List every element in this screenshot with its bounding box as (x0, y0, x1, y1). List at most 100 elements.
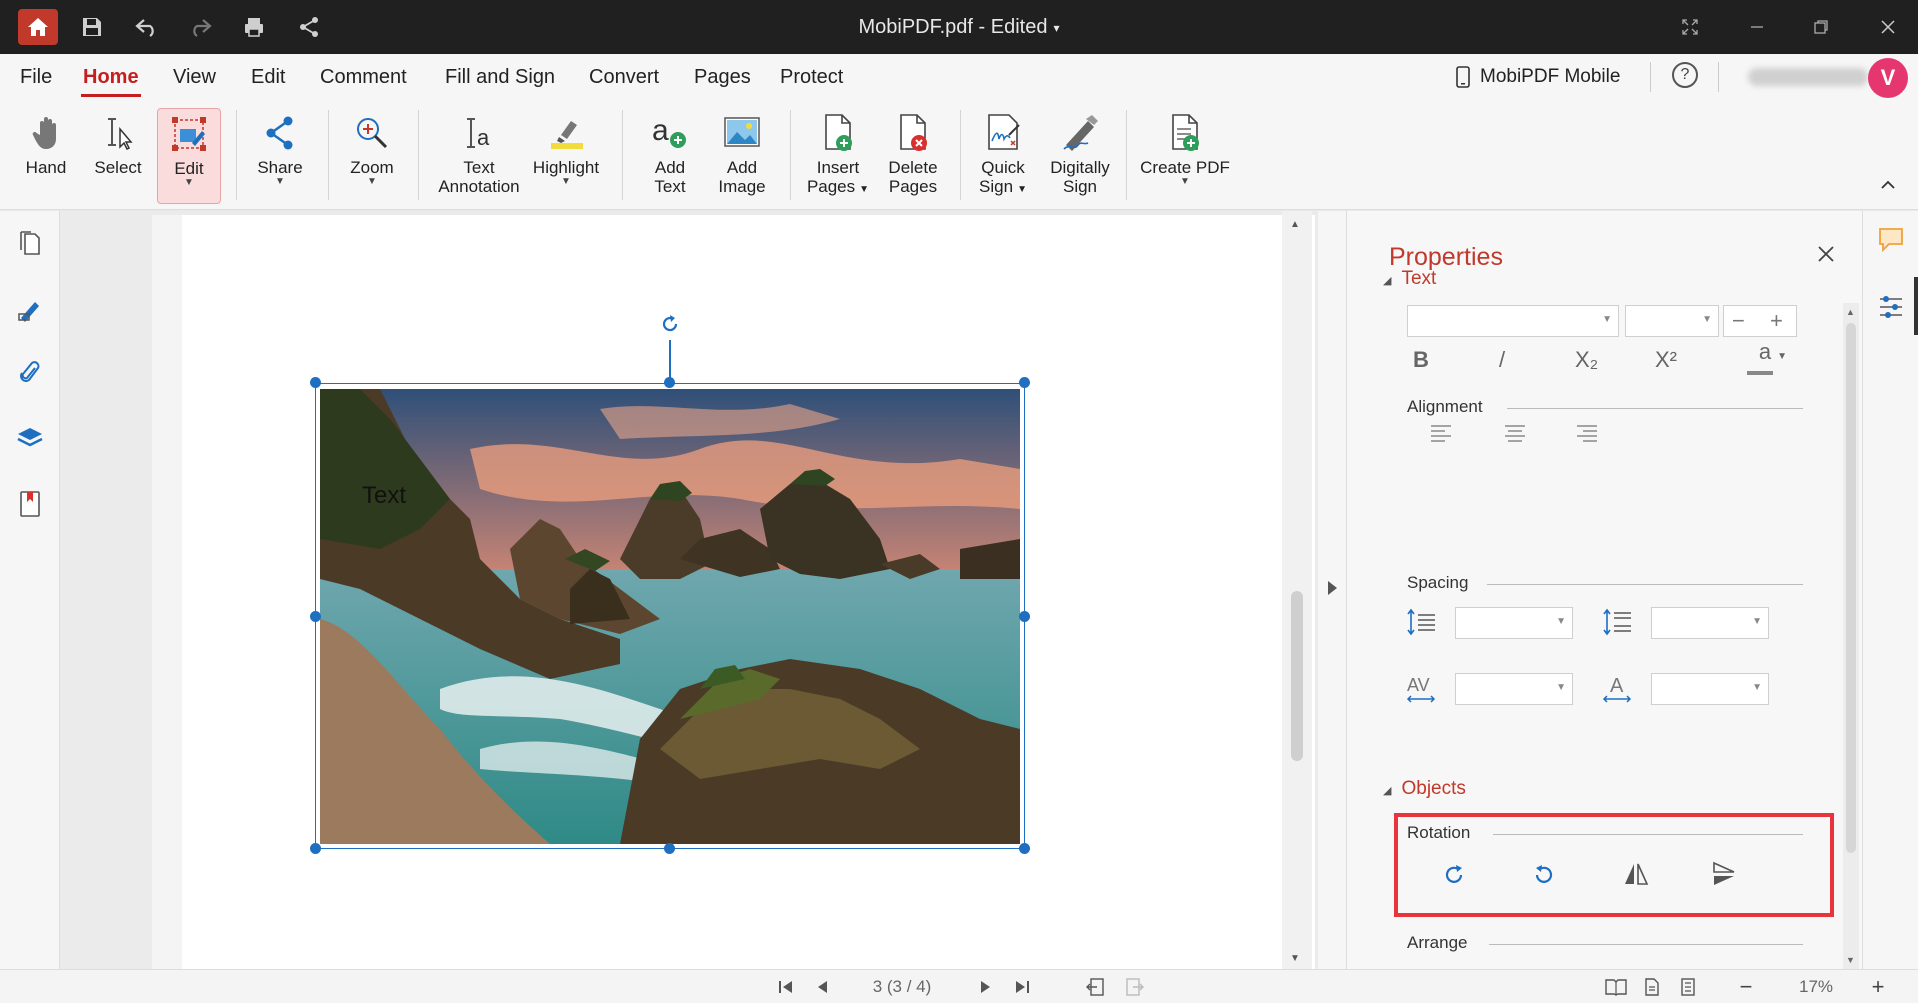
quick-sign-button[interactable]: Quick Sign ▼ (970, 108, 1036, 204)
page-text-object[interactable]: Text (362, 482, 406, 510)
objects-section-header[interactable]: ◢ Objects (1383, 778, 1466, 800)
tab-edit[interactable]: Edit (251, 66, 285, 89)
align-left-button[interactable] (1429, 423, 1453, 448)
create-pdf-button[interactable]: Create PDF ▼ (1138, 108, 1232, 204)
character-spacing-icon: AV (1405, 673, 1437, 710)
tab-fill-and-sign[interactable]: Fill and Sign (445, 66, 555, 89)
select-tool-button[interactable]: Select (86, 108, 150, 204)
window-title[interactable]: MobiPDF.pdf - Edited ▾ (0, 16, 1918, 39)
expand-right-panel-button[interactable] (1325, 579, 1339, 597)
help-button[interactable]: ? (1672, 62, 1698, 88)
zoom-in-button[interactable]: + (1868, 974, 1888, 999)
align-center-button[interactable] (1503, 423, 1527, 448)
resize-handle-bottom-right[interactable] (1019, 843, 1030, 854)
scroll-up-arrow-icon[interactable]: ▲ (1846, 307, 1855, 317)
two-page-view-button[interactable] (1604, 977, 1628, 997)
next-page-button[interactable] (976, 977, 996, 997)
layers-icon (17, 428, 43, 447)
go-back-icon (1086, 978, 1104, 996)
go-forward-button[interactable] (1124, 977, 1146, 997)
collapse-ribbon-button[interactable] (1880, 176, 1896, 194)
maximize-button[interactable] (1806, 14, 1836, 40)
properties-panel-button[interactable] (1875, 291, 1907, 323)
delete-pages-label-2: Pages (888, 177, 938, 196)
resize-handle-right[interactable] (1019, 611, 1030, 622)
resize-handle-bottom-left[interactable] (310, 843, 321, 854)
zoom-in-icon (357, 118, 388, 149)
rotate-handle[interactable] (658, 312, 682, 336)
properties-scrollbar[interactable]: ▲ ▼ (1843, 303, 1859, 969)
document-scroll-thumb[interactable] (1291, 591, 1303, 761)
italic-button[interactable]: / (1499, 347, 1505, 373)
previous-page-button[interactable] (812, 977, 832, 997)
digitally-sign-button[interactable]: Digitally Sign (1040, 108, 1120, 204)
continuous-view-button[interactable] (1678, 977, 1698, 997)
text-section-header[interactable]: ◢ Text (1383, 268, 1436, 290)
paragraph-spacing-select[interactable]: ▼ (1651, 607, 1769, 639)
zoom-level[interactable]: 17% (1786, 977, 1846, 997)
add-image-button[interactable]: Add Image (708, 108, 776, 204)
increase-font-button[interactable]: + (1770, 308, 1783, 334)
resize-handle-left[interactable] (310, 611, 321, 622)
tab-convert[interactable]: Convert (589, 66, 659, 89)
share-icon (266, 116, 293, 150)
sidebar-item-pages[interactable] (16, 229, 44, 257)
avatar[interactable]: V (1868, 58, 1908, 98)
sidebar-item-layers[interactable] (16, 424, 44, 452)
tab-comment[interactable]: Comment (320, 66, 407, 89)
minimize-icon (1751, 26, 1763, 28)
title-chevron-down-icon: ▾ (1053, 20, 1060, 35)
font-size-select[interactable]: ▼ (1625, 305, 1719, 337)
scroll-down-arrow-icon[interactable]: ▼ (1846, 955, 1855, 965)
go-back-button[interactable] (1084, 977, 1106, 997)
tab-view[interactable]: View (173, 66, 216, 89)
delete-pages-label-1: Delete (888, 158, 938, 177)
scroll-down-arrow-icon[interactable]: ▼ (1290, 953, 1300, 964)
bold-button[interactable]: B (1413, 347, 1429, 373)
zoom-button[interactable]: Zoom ▼ (340, 108, 404, 204)
edit-tool-button[interactable]: Edit ▼ (157, 108, 221, 204)
insert-pages-button[interactable]: Insert Pages ▼ (800, 108, 876, 204)
sidebar-item-signatures[interactable] (16, 295, 44, 323)
tab-pages[interactable]: Pages (694, 66, 751, 89)
character-spacing-select[interactable]: ▼ (1455, 673, 1573, 705)
align-right-button[interactable] (1575, 423, 1599, 448)
resize-handle-top[interactable] (664, 377, 675, 388)
tab-home[interactable]: Home (81, 66, 141, 97)
highlight-button[interactable]: Highlight ▼ (528, 108, 604, 204)
text-annotation-button[interactable]: a Text Annotation (432, 108, 526, 204)
subscript-button[interactable]: X₂ (1575, 347, 1598, 373)
font-family-select[interactable]: ▼ (1407, 305, 1619, 337)
hand-tool-button[interactable]: Hand (14, 108, 78, 204)
delete-pages-button[interactable]: Delete Pages (878, 108, 948, 204)
share-button[interactable]: Share ▼ (248, 108, 312, 204)
last-page-button[interactable] (1012, 977, 1032, 997)
resize-handle-top-left[interactable] (310, 377, 321, 388)
scroll-up-arrow-icon[interactable]: ▲ (1290, 219, 1300, 230)
comments-panel-button[interactable] (1875, 223, 1907, 255)
superscript-button[interactable]: X² (1655, 347, 1677, 373)
add-text-button[interactable]: a Add Text (636, 108, 704, 204)
close-properties-button[interactable] (1817, 239, 1835, 270)
text-cursor-icon (108, 118, 133, 151)
document-scrollbar[interactable]: ▲ ▼ (1282, 211, 1312, 969)
single-page-view-button[interactable] (1642, 977, 1662, 997)
line-spacing-select[interactable]: ▼ (1455, 607, 1573, 639)
sidebar-item-attachments[interactable] (16, 359, 44, 387)
close-window-button[interactable] (1873, 14, 1903, 40)
page-indicator[interactable]: 3 (3 / 4) (860, 977, 944, 997)
zoom-out-button[interactable]: − (1736, 974, 1756, 999)
text-scale-select[interactable]: ▼ (1651, 673, 1769, 705)
properties-scroll-thumb[interactable] (1846, 323, 1856, 853)
tab-file[interactable]: File (20, 66, 52, 89)
mobipdf-mobile-button[interactable]: MobiPDF Mobile (1456, 66, 1620, 88)
tab-protect[interactable]: Protect (780, 66, 843, 89)
fullscreen-button[interactable] (1675, 14, 1705, 40)
minimize-button[interactable] (1742, 14, 1772, 40)
sidebar-item-bookmarks[interactable] (16, 490, 44, 518)
resize-handle-top-right[interactable] (1019, 377, 1030, 388)
decrease-font-button[interactable]: − (1732, 308, 1745, 334)
resize-handle-bottom[interactable] (664, 843, 675, 854)
font-color-button[interactable]: a ▼ (1745, 339, 1801, 375)
first-page-button[interactable] (776, 977, 796, 997)
